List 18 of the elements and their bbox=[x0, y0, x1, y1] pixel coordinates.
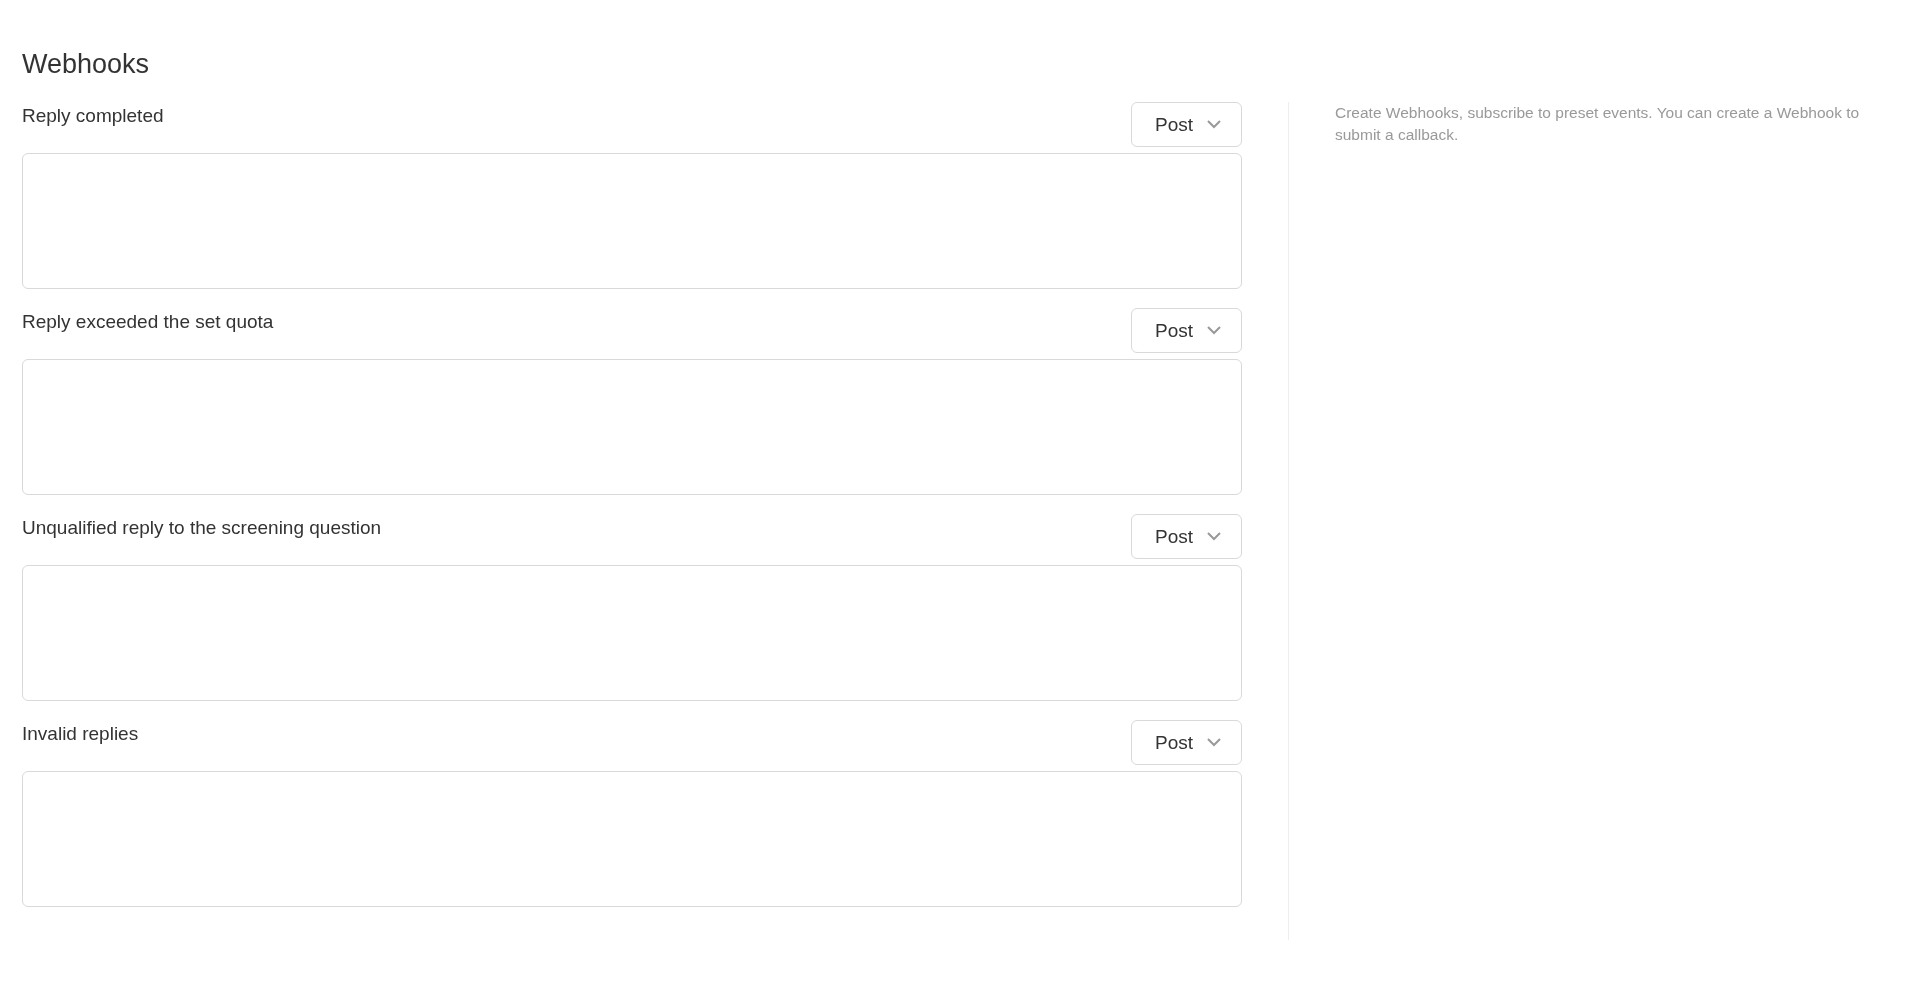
chevron-down-icon bbox=[1207, 120, 1221, 130]
method-dropdown[interactable]: Post bbox=[1130, 102, 1242, 148]
event-label: Reply exceeded the set quota bbox=[22, 310, 274, 335]
method-dropdown[interactable]: Post bbox=[1130, 308, 1242, 354]
url-input-field[interactable] bbox=[22, 153, 1242, 290]
method-dropdown[interactable]: Post bbox=[1130, 514, 1242, 560]
event-label: Unqualified reply to the screening question bbox=[22, 516, 382, 541]
url-input-field[interactable] bbox=[22, 565, 1242, 702]
help-text: Create Webhooks, subscribe to preset events. You can create a Webhook to submit a callback. bbox=[1335, 103, 1861, 146]
page-title: Webhooks bbox=[22, 48, 151, 81]
url-input-field[interactable] bbox=[22, 771, 1242, 908]
chevron-down-icon bbox=[1207, 532, 1221, 542]
chevron-down-icon bbox=[1207, 326, 1221, 336]
method-dropdown[interactable]: Post bbox=[1130, 720, 1242, 766]
chevron-down-icon bbox=[1207, 738, 1221, 748]
event-label: Reply completed bbox=[22, 104, 164, 129]
url-input-field[interactable] bbox=[22, 359, 1242, 496]
event-label: Invalid replies bbox=[22, 722, 139, 747]
